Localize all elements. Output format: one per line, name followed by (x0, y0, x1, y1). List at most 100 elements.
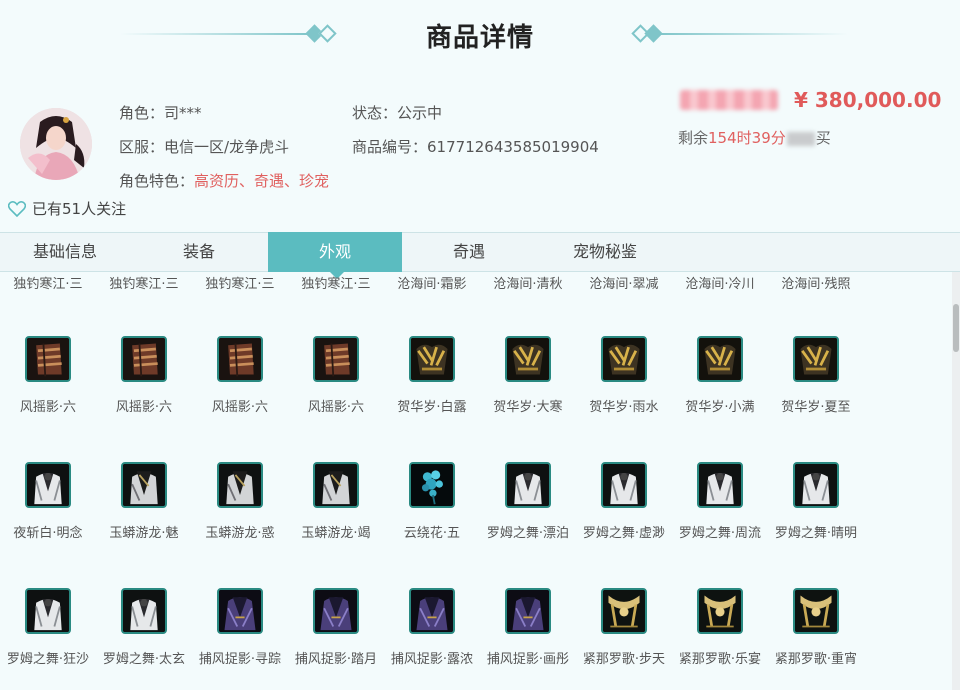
tab-basic-info[interactable]: 基础信息 (0, 233, 130, 271)
appearance-item[interactable]: 紧那罗歌·重宵 (768, 588, 864, 690)
appearance-item-label: 玉蟒游龙·魅 (109, 526, 179, 541)
appearance-item-label: 独钓寒江·三 (13, 277, 83, 292)
appearance-item-label: 捕风捉影·寻踪 (198, 652, 282, 667)
header-line-right (658, 33, 848, 35)
gold-collar-icon (697, 588, 743, 634)
appearance-item-label: 罗姆之舞·漂泊 (486, 526, 570, 541)
appearance-item-label: 贺华岁·夏至 (781, 400, 851, 415)
tab-adventures[interactable]: 奇遇 (404, 233, 534, 271)
status-row: 状态：公示中 (352, 102, 442, 123)
follow-count: 已有51人关注 (32, 200, 127, 218)
gold-armor-icon (601, 336, 647, 382)
appearance-item-label: 捕风捉影·踏月 (294, 652, 378, 667)
status-label: 状态： (352, 104, 398, 122)
white-robe-icon (601, 462, 647, 508)
bracer-icon (25, 336, 71, 382)
appearance-item-label: 沧海间·残照 (781, 277, 851, 292)
appearance-item-label: 罗姆之舞·太玄 (102, 652, 186, 667)
appearance-item[interactable]: 夜斩白·明念 (0, 462, 96, 572)
appearance-item[interactable]: 紧那罗歌·乐宴 (672, 588, 768, 690)
traits-value: 高资历、奇遇、珍宠 (194, 172, 330, 190)
remaining-suffix: 买 (815, 129, 831, 147)
appearance-item[interactable]: 风摇影·六 (288, 336, 384, 446)
appearance-item[interactable]: 罗姆之舞·虚渺 (576, 462, 672, 572)
appearance-item-label: 贺华岁·大寒 (493, 400, 563, 415)
appearance-item-label: 沧海间·翠减 (589, 277, 659, 292)
white-robe-icon (697, 462, 743, 508)
appearance-item[interactable]: 罗姆之舞·太玄 (96, 588, 192, 690)
tab-appearance[interactable]: 外观 (268, 232, 402, 279)
appearance-item-label: 云绕花·五 (403, 526, 461, 541)
gold-armor-icon (505, 336, 551, 382)
appearance-item-label: 独钓寒江·三 (109, 277, 179, 292)
appearance-item[interactable]: 玉蟒游龙·竭 (288, 462, 384, 572)
tab-bar: 基础信息 装备 外观 奇遇 宠物秘鉴 (0, 232, 960, 279)
follow-button[interactable]: 已有51人关注 (8, 198, 126, 219)
appearance-item-label: 风摇影·六 (19, 400, 77, 415)
traits-label: 角色特色： (119, 172, 195, 190)
appearance-grid: 独钓寒江·三 独钓寒江·三 独钓寒江·三 独钓寒江·三 沧海间·霜影 沧海间·清秋 沧海间·… (0, 272, 952, 690)
price-value: ¥ 380,000.00 (794, 88, 942, 112)
appearance-item-label: 风摇影·六 (307, 400, 365, 415)
appearance-item-label: 罗姆之舞·虚渺 (582, 526, 666, 541)
appearance-item[interactable]: 风摇影·六 (192, 336, 288, 446)
appearance-item-label: 捕风捉影·露浓 (390, 652, 474, 667)
gold-armor-icon (697, 336, 743, 382)
bracer-icon (313, 336, 359, 382)
appearance-item[interactable]: 罗姆之舞·漂泊 (480, 462, 576, 572)
appearance-item[interactable]: 捕风捉影·画彤 (480, 588, 576, 690)
appearance-item[interactable]: 玉蟒游龙·惑 (192, 462, 288, 572)
appearance-item-label: 独钓寒江·三 (301, 277, 371, 292)
appearance-item[interactable]: 贺华岁·大寒 (480, 336, 576, 446)
header-line-left (120, 33, 310, 35)
scrollbar-thumb[interactable] (953, 304, 959, 352)
appearance-item[interactable]: 贺华岁·小满 (672, 336, 768, 446)
appearance-item[interactable]: 捕风捉影·踏月 (288, 588, 384, 690)
appearance-item[interactable]: 云绕花·五 (384, 462, 480, 572)
appearance-item[interactable]: 贺华岁·夏至 (768, 336, 864, 446)
white-robe-icon (25, 462, 71, 508)
appearance-item[interactable]: 玉蟒游龙·魅 (96, 462, 192, 572)
appearance-item[interactable]: 风摇影·六 (96, 336, 192, 446)
server-label: 区服： (119, 138, 165, 156)
appearance-item-label: 紧那罗歌·重宵 (774, 652, 858, 667)
appearance-item[interactable]: 捕风捉影·露浓 (384, 588, 480, 690)
scrollbar[interactable] (952, 272, 960, 690)
appearance-item-label: 捕风捉影·画彤 (486, 652, 570, 667)
tab-equipment[interactable]: 装备 (134, 233, 264, 271)
dark-robe-icon (121, 462, 167, 508)
appearance-item-label: 贺华岁·白露 (397, 400, 467, 415)
appearance-item-label: 独钓寒江·三 (205, 277, 275, 292)
appearance-item-label: 紧那罗歌·步天 (582, 652, 666, 667)
server-row: 区服：电信一区/龙争虎斗 (119, 136, 289, 157)
appearance-item[interactable]: 罗姆之舞·狂沙 (0, 588, 96, 690)
appearance-item[interactable]: 贺华岁·雨水 (576, 336, 672, 446)
appearance-item[interactable]: 捕风捉影·寻踪 (192, 588, 288, 690)
tab-pet-guide[interactable]: 宠物秘鉴 (538, 233, 672, 271)
gold-armor-icon (793, 336, 839, 382)
appearance-item-label: 夜斩白·明念 (13, 526, 83, 541)
appearance-item[interactable]: 紧那罗歌·步天 (576, 588, 672, 690)
appearance-item-label: 罗姆之舞·周流 (678, 526, 762, 541)
page-title: 商品详情 (425, 23, 534, 53)
appearance-item[interactable]: 罗姆之舞·晴明 (768, 462, 864, 572)
dark-robe-icon (217, 462, 263, 508)
appearance-item-label: 玉蟒游龙·惑 (205, 526, 275, 541)
product-id-row: 商品编号：617712643585019904 (352, 136, 599, 157)
product-id-label: 商品编号： (352, 138, 428, 156)
appearance-item-label: 紧那罗歌·乐宴 (678, 652, 762, 667)
dark-robe-icon (313, 462, 359, 508)
page-header: 商品详情 (0, 0, 960, 70)
white-robe-icon (793, 462, 839, 508)
redacted-text (786, 131, 815, 146)
purple-robe-icon (313, 588, 359, 634)
role-label: 角色： (119, 104, 165, 122)
white-robe-icon (25, 588, 71, 634)
appearance-item-label: 玉蟒游龙·竭 (301, 526, 371, 541)
appearance-item[interactable]: 贺华岁·白露 (384, 336, 480, 446)
appearance-item[interactable]: 罗姆之舞·周流 (672, 462, 768, 572)
purple-robe-icon (217, 588, 263, 634)
remaining-prefix: 剩余 (678, 129, 709, 147)
appearance-item[interactable]: 风摇影·六 (0, 336, 96, 446)
appearance-item-label: 沧海间·霜影 (397, 277, 467, 292)
